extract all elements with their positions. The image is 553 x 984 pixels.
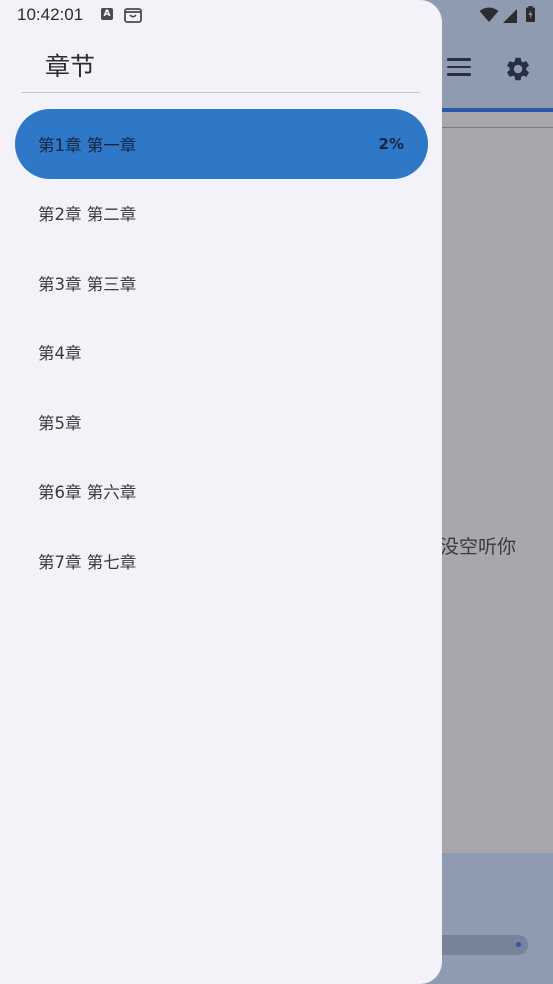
chapter-label: 第6章 第六章 (38, 483, 137, 503)
chapter-label: 第5章 (38, 413, 82, 433)
bag-notification-icon (124, 6, 142, 23)
menu-icon[interactable] (447, 58, 471, 78)
chapter-item[interactable]: 第4章 (15, 318, 428, 388)
chapter-label: 第7章 第七章 (38, 552, 137, 572)
chapter-item[interactable]: 第5章 (15, 387, 428, 457)
screen: 没空听你 章节 第1章 第一章 2% 第2章 第二章 第3章 第三章 第4章第5章第6章… (0, 0, 553, 984)
drawer-title: 章节 (45, 52, 96, 81)
a-notification-icon: A (101, 8, 113, 20)
gear-icon[interactable] (504, 55, 532, 83)
status-time: 10:42:01 (17, 5, 84, 24)
background-progress-track[interactable] (430, 935, 528, 955)
background-progress-thumb[interactable] (516, 942, 521, 947)
chapter-item[interactable]: 第7章 第七章 (15, 526, 428, 596)
chapter-item[interactable]: 第2章 第二章 (15, 179, 428, 249)
battery-icon (526, 6, 535, 22)
chapter-item[interactable]: 第1章 第一章 2% (15, 109, 428, 179)
chapter-label: 第1章 第一章 (38, 135, 137, 155)
wifi-icon (479, 7, 499, 23)
chapter-drawer: 章节 第1章 第一章 2% 第2章 第二章 第3章 第三章 第4章 第5章 第6章 第六章第… (0, 0, 442, 984)
chapter-list: 第1章 第一章 2% 第2章 第二章 第3章 第三章 第4章第5章第6章 第六章 第7章 … (15, 109, 428, 596)
chapter-progress: 2% (378, 134, 404, 153)
drawer-divider (22, 92, 420, 93)
chapter-label: 第2章 第二章 (38, 205, 137, 225)
chapter-label: 第3章 第三章 (38, 274, 137, 294)
chapter-item[interactable]: 第3章 第三章 (15, 248, 428, 318)
chapter-label: 第4章 (38, 344, 82, 364)
background-body-text: 没空听你 (440, 536, 517, 558)
signal-icon (503, 8, 517, 23)
chapter-item[interactable]: 第6章 第六章 (15, 457, 428, 527)
